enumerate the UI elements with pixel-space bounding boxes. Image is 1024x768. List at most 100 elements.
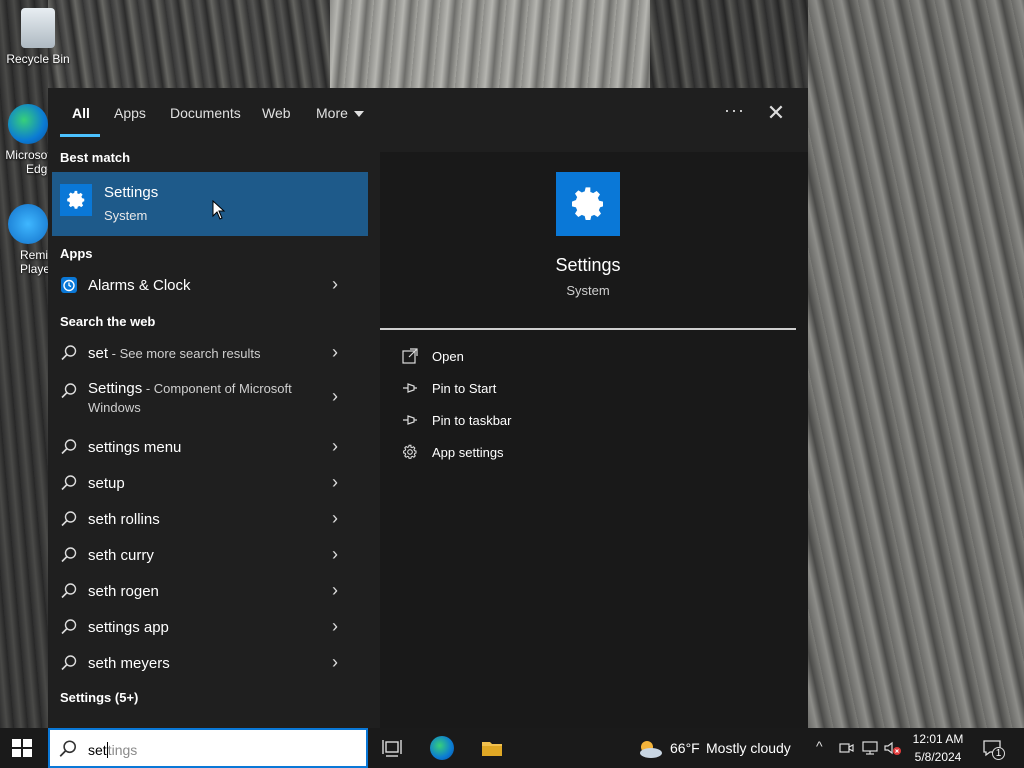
active-tab-indicator: [60, 134, 100, 137]
wallpaper-top: [330, 0, 650, 90]
search-web-header: Search the web: [60, 314, 156, 329]
search-icon: [60, 654, 78, 672]
web-result-seth-rogen[interactable]: seth rogen ›: [48, 574, 368, 610]
search-icon: [59, 740, 76, 757]
chevron-right-icon[interactable]: ›: [332, 544, 338, 565]
chevron-right-icon[interactable]: ›: [332, 508, 338, 529]
web-result-settings[interactable]: Settings - Component of Microsoft Window…: [48, 374, 368, 420]
action-label: Pin to taskbar: [432, 413, 512, 428]
recycle-bin-icon: [21, 8, 55, 48]
preview-pane: Settings System Open Pin to Start Pin to…: [380, 152, 808, 728]
web-result-label: set - See more search results: [88, 345, 261, 362]
web-result-setup[interactable]: setup ›: [48, 466, 368, 502]
settings-gear-icon: [556, 172, 620, 236]
weather-temperature[interactable]: 66°F: [670, 740, 700, 756]
desktop-icon-label: Recycle Bin: [6, 52, 70, 66]
tab-more[interactable]: More: [316, 105, 364, 121]
web-result-label: seth meyers: [88, 655, 170, 672]
taskbar-search-input[interactable]: settings: [48, 728, 368, 768]
web-result-seth-curry[interactable]: seth curry ›: [48, 538, 368, 574]
chevron-right-icon[interactable]: ›: [332, 472, 338, 493]
search-tabs: All Apps Documents Web More ··· ✕: [48, 88, 808, 140]
caret-down-icon: [353, 111, 364, 118]
web-result-label: settings menu: [88, 439, 182, 456]
pin-icon: [402, 412, 420, 430]
pin-icon: [402, 380, 420, 398]
web-result-settings-menu[interactable]: settings menu ›: [48, 430, 368, 466]
chevron-right-icon[interactable]: ›: [332, 274, 338, 295]
desktop-icon-recycle-bin[interactable]: Recycle Bin: [2, 8, 74, 66]
task-view-icon[interactable]: [380, 736, 404, 760]
web-result-seth-meyers[interactable]: seth meyers ›: [48, 646, 368, 682]
settings-gear-icon: [60, 184, 92, 216]
web-result-label: seth curry: [88, 547, 154, 564]
mouse-cursor-icon: [212, 200, 226, 220]
notification-center-icon[interactable]: 1: [982, 738, 1005, 760]
chevron-right-icon[interactable]: ›: [332, 436, 338, 457]
chevron-right-icon[interactable]: ›: [332, 616, 338, 637]
more-options-icon[interactable]: ···: [724, 100, 745, 121]
search-icon: [60, 546, 78, 564]
gear-icon: [402, 444, 420, 462]
chevron-right-icon[interactable]: ›: [332, 580, 338, 601]
best-match-title: Settings: [104, 184, 159, 201]
web-result-label: settings app: [88, 619, 169, 636]
preview-title: Settings: [555, 255, 621, 275]
action-label: App settings: [432, 445, 504, 460]
search-panel: All Apps Documents Web More ··· ✕ Best m…: [48, 88, 808, 728]
taskbar: settings 66°F Mostly cloudy ^ 12:01 AM 5…: [0, 728, 1024, 768]
tab-documents[interactable]: Documents: [170, 105, 241, 121]
clock-date[interactable]: 5/8/2024: [898, 750, 978, 764]
search-icon: [60, 618, 78, 636]
file-explorer-icon[interactable]: [480, 736, 504, 760]
alarm-clock-icon: [60, 276, 78, 294]
web-result-label: Settings - Component of Microsoft: [88, 380, 292, 397]
network-icon[interactable]: [862, 740, 878, 756]
notification-count: 1: [992, 747, 1005, 760]
results-list: Best match Settings System Apps Alarms &…: [48, 140, 368, 728]
action-pin-to-start[interactable]: Pin to Start: [402, 376, 702, 404]
best-match-header: Best match: [60, 150, 131, 165]
action-open[interactable]: Open: [402, 344, 702, 372]
action-pin-to-taskbar[interactable]: Pin to taskbar: [402, 408, 702, 436]
search-text: settings: [88, 742, 138, 758]
desktop-icon-edge[interactable]: Microsoft Edge: [0, 104, 54, 176]
app-item-alarms-clock[interactable]: Alarms & Clock ›: [48, 268, 368, 304]
search-icon: [60, 382, 78, 400]
open-icon: [402, 348, 420, 366]
weather-condition[interactable]: Mostly cloudy: [706, 740, 791, 756]
desktop-icon-remix-player[interactable]: Remix Player: [0, 204, 54, 276]
search-icon: [60, 344, 78, 362]
desktop-icon-label: Remix Player: [19, 248, 54, 276]
apps-header: Apps: [60, 246, 93, 261]
divider: [380, 328, 796, 330]
tab-web[interactable]: Web: [262, 105, 291, 121]
chevron-right-icon[interactable]: ›: [332, 386, 338, 407]
clock-time[interactable]: 12:01 AM: [898, 732, 978, 746]
chevron-right-icon[interactable]: ›: [332, 342, 338, 363]
windows-start-icon[interactable]: [12, 739, 32, 757]
preview-subtitle: System: [566, 283, 610, 298]
app-item-label: Alarms & Clock: [88, 277, 191, 294]
web-result-set[interactable]: set - See more search results ›: [48, 336, 368, 372]
tab-apps[interactable]: Apps: [114, 105, 146, 121]
settings-footer[interactable]: Settings (5+): [60, 690, 138, 705]
edge-icon[interactable]: [430, 736, 454, 760]
meet-now-icon[interactable]: [838, 740, 854, 756]
tab-all[interactable]: All: [72, 105, 90, 121]
weather-cloudy-icon[interactable]: [636, 738, 664, 760]
web-result-label: seth rollins: [88, 511, 160, 528]
chevron-right-icon[interactable]: ›: [332, 652, 338, 673]
best-match-settings[interactable]: Settings System: [52, 172, 368, 236]
web-result-seth-rollins[interactable]: seth rollins ›: [48, 502, 368, 538]
search-icon: [60, 510, 78, 528]
action-label: Pin to Start: [432, 381, 497, 396]
search-icon: [60, 474, 78, 492]
close-icon[interactable]: ✕: [764, 100, 788, 126]
wallpaper-right: [808, 0, 1024, 728]
web-result-settings-app[interactable]: settings app ›: [48, 610, 368, 646]
chevron-up-icon[interactable]: ^: [816, 738, 823, 754]
action-app-settings[interactable]: App settings: [402, 440, 702, 468]
edge-icon: [8, 104, 48, 144]
search-icon: [60, 438, 78, 456]
